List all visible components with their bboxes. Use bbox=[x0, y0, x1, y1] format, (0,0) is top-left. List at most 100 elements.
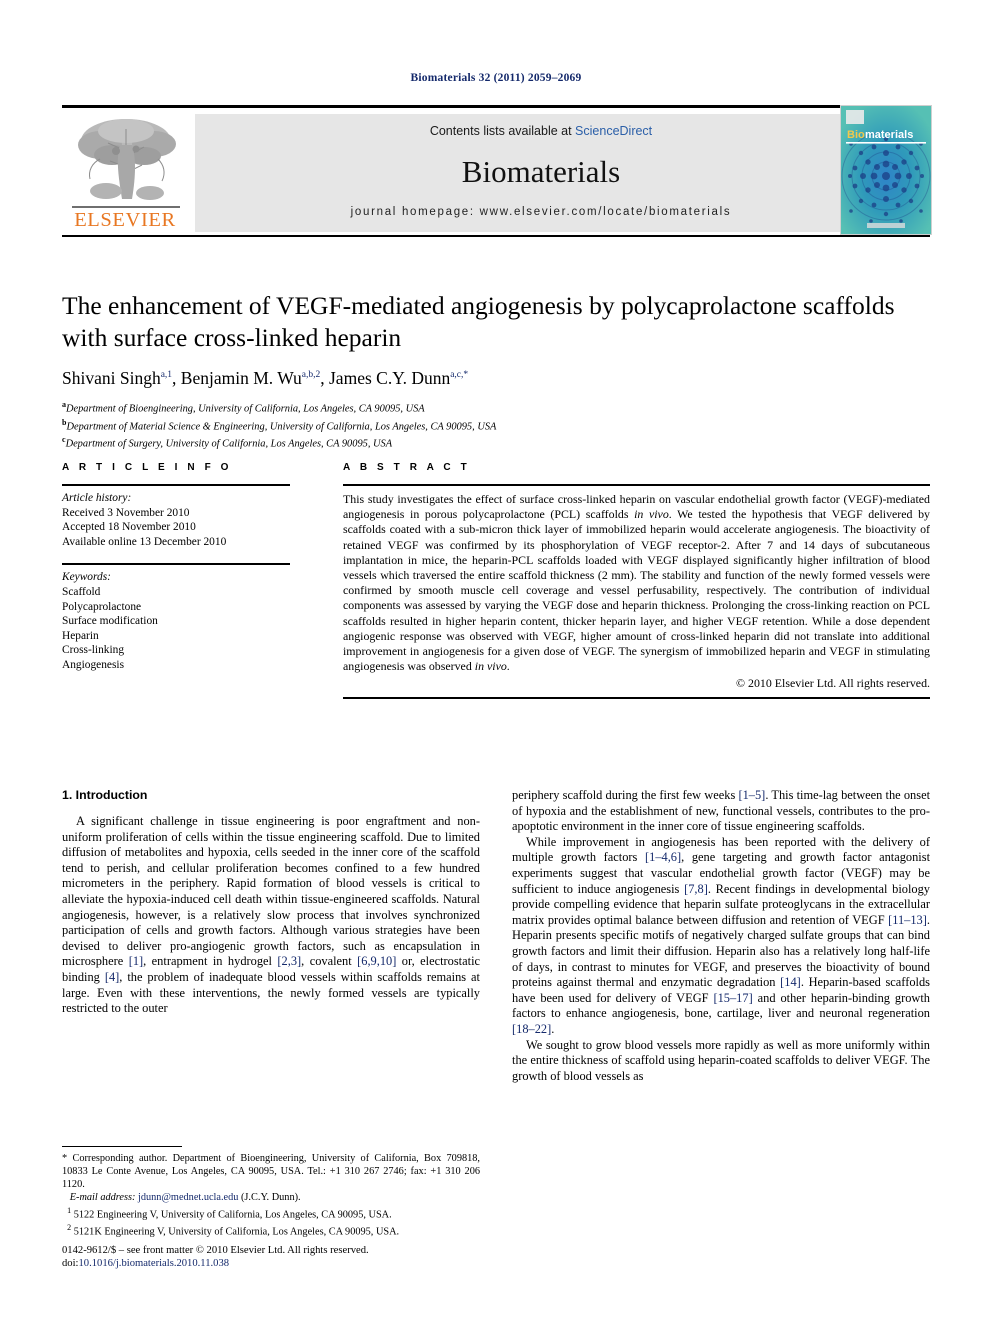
elsevier-logo: ELSEVIER bbox=[64, 113, 186, 233]
footnote-note-2: 2 5121K Engineering V, University of Cal… bbox=[62, 1221, 480, 1238]
abstract-column: This study investigates the effect of su… bbox=[343, 484, 930, 700]
author-marks: a,1 bbox=[160, 370, 173, 381]
citation-ref[interactable]: [1] bbox=[129, 954, 143, 968]
footnote-mark: 1 bbox=[67, 1206, 72, 1215]
abstract-italic: in vivo bbox=[634, 507, 669, 522]
citation-ref[interactable]: [4] bbox=[105, 970, 119, 984]
info-abstract-section: A R T I C L E I N F O A B S T R A C T Ar… bbox=[62, 462, 930, 700]
citation-ref[interactable]: [1–5] bbox=[738, 788, 765, 802]
abstract-italic: in vivo bbox=[474, 659, 507, 674]
paragraph-part: , the problem of inadequate blood vessel… bbox=[62, 969, 480, 1016]
left-column: 1. Introduction A significant challenge … bbox=[62, 788, 480, 1017]
author-name: Benjamin M. Wu bbox=[180, 368, 302, 388]
journal-cover-thumbnail: Bio materials bbox=[840, 105, 932, 235]
affiliation-item: bDepartment of Material Science & Engine… bbox=[62, 416, 930, 434]
abstract-header: A B S T R A C T bbox=[343, 462, 471, 473]
imprint-block: 0142-9612/$ – see front matter © 2010 El… bbox=[62, 1244, 562, 1271]
affiliation-list: aDepartment of Bioengineering, Universit… bbox=[62, 398, 930, 451]
journal-title: Biomaterials bbox=[461, 154, 621, 189]
paragraph-part: , entrapment in hydrogel bbox=[143, 954, 278, 969]
copyright-line: © 2010 Elsevier Ltd. All rights reserved… bbox=[736, 676, 930, 691]
author-list: Shivani Singha,1, Benjamin M. Wua,b,2, J… bbox=[62, 368, 930, 389]
author-separator: , bbox=[320, 368, 329, 388]
contents-available-line: Contents lists available at ScienceDirec… bbox=[195, 124, 887, 138]
paragraph-part: A significant challenge in tissue engine… bbox=[62, 814, 480, 969]
paragraph: While improvement in angiogenesis has be… bbox=[512, 835, 930, 1038]
doi-link[interactable]: 10.1016/j.biomaterials.2010.11.038 bbox=[78, 1258, 229, 1269]
running-head: Biomaterials 32 (2011) 2059–2069 bbox=[410, 72, 582, 84]
doi-line: doi:10.1016/j.biomaterials.2010.11.038 bbox=[62, 1257, 562, 1270]
citation-ref[interactable]: [15–17] bbox=[713, 991, 752, 1005]
article-page: Biomaterials 32 (2011) 2059–2069 ELSEVIE… bbox=[0, 0, 992, 1323]
journal-masthead: ELSEVIER Contents lists available at Sci… bbox=[62, 105, 932, 237]
footnote-text: 5122 Engineering V, University of Califo… bbox=[73, 1209, 392, 1221]
keyword-item: Heparin bbox=[62, 629, 99, 642]
email-link[interactable]: jdunn@mednet.ucla.edu bbox=[138, 1192, 238, 1203]
article-history-label: Article history: bbox=[62, 492, 132, 504]
keyword-item: Scaffold bbox=[62, 585, 101, 598]
affiliation-text: Department of Material Science & Enginee… bbox=[66, 421, 497, 433]
abstract-part: . We tested the hypothesis that VEGF del… bbox=[343, 507, 930, 674]
footnote-email: E-mail address: jdunn@mednet.ucla.edu (J… bbox=[62, 1191, 480, 1204]
citation-ref[interactable]: [14] bbox=[780, 975, 801, 989]
footnote-rule bbox=[62, 1146, 182, 1147]
paragraph-part: , covalent bbox=[301, 954, 358, 969]
footnote-corresponding-author: * Corresponding author. Department of Bi… bbox=[62, 1153, 480, 1190]
section-heading-introduction: 1. Introduction bbox=[62, 788, 148, 802]
article-info-header: A R T I C L E I N F O bbox=[62, 462, 233, 473]
abstract-part: . bbox=[506, 659, 510, 674]
author-marks: a,c,* bbox=[450, 370, 469, 381]
contents-prefix: Contents lists available at bbox=[429, 124, 576, 138]
elsevier-wordmark: ELSEVIER bbox=[74, 209, 176, 231]
right-column: periphery scaffold during the first few … bbox=[512, 788, 930, 1084]
masthead-top-rule bbox=[62, 105, 930, 108]
article-history-line: Accepted 18 November 2010 bbox=[62, 521, 196, 534]
paragraph: periphery scaffold during the first few … bbox=[512, 788, 930, 835]
keyword-item: Polycaprolactone bbox=[62, 600, 142, 613]
author-name: James C.Y. Dunn bbox=[329, 368, 451, 388]
article-info-column: Article history: Received 3 November 201… bbox=[62, 484, 290, 673]
citation-ref[interactable]: [6,9,10] bbox=[357, 954, 396, 968]
page-title: The enhancement of VEGF-mediated angioge… bbox=[62, 291, 895, 352]
svg-text:materials: materials bbox=[865, 129, 913, 141]
elsevier-logo-rule bbox=[72, 206, 180, 208]
masthead-bottom-rule bbox=[62, 235, 930, 237]
abstract-text: This study investigates the effect of su… bbox=[343, 486, 930, 674]
author-separator: , bbox=[172, 368, 181, 388]
paragraph-part: periphery scaffold during the first few … bbox=[512, 788, 739, 802]
citation-ref[interactable]: [7,8] bbox=[684, 882, 708, 896]
keyword-item: Surface modification bbox=[62, 615, 158, 628]
affiliation-item: cDepartment of Surgery, University of Ca… bbox=[62, 433, 930, 451]
sciencedirect-link[interactable]: ScienceDirect bbox=[575, 124, 652, 138]
keywords-label: Keywords: bbox=[62, 571, 111, 584]
keywords-block: Keywords: Scaffold Polycaprolactone Surf… bbox=[62, 565, 290, 672]
elsevier-tree-icon bbox=[78, 119, 176, 200]
cover-artwork: Bio materials bbox=[841, 106, 931, 234]
doi-label: doi: bbox=[62, 1258, 79, 1270]
author-name: Shivani Singh bbox=[62, 368, 161, 388]
keyword-item: Cross-linking bbox=[62, 644, 125, 657]
author-marks: a,b,2 bbox=[301, 370, 321, 381]
affiliation-text: Department of Bioengineering, University… bbox=[66, 403, 425, 415]
email-label: E-mail address: bbox=[69, 1192, 136, 1203]
title-block: The enhancement of VEGF-mediated angioge… bbox=[62, 290, 930, 451]
article-history-line: Received 3 November 2010 bbox=[62, 506, 190, 519]
sciencedirect-band: Contents lists available at ScienceDirec… bbox=[195, 114, 887, 232]
footnote-block: * Corresponding author. Department of Bi… bbox=[62, 1146, 480, 1239]
journal-homepage-link[interactable]: journal homepage: www.elsevier.com/locat… bbox=[195, 206, 887, 218]
citation-ref[interactable]: [11–13] bbox=[888, 913, 927, 927]
citation-ref[interactable]: [18–22] bbox=[512, 1022, 551, 1036]
info-abstract-headers: A R T I C L E I N F O A B S T R A C T bbox=[62, 462, 930, 484]
affiliation-text: Department of Surgery, University of Cal… bbox=[65, 438, 393, 450]
footnote-text: 5121K Engineering V, University of Calif… bbox=[73, 1226, 400, 1238]
paragraph: A significant challenge in tissue engine… bbox=[62, 814, 480, 1017]
issn-line: 0142-9612/$ – see front matter © 2010 El… bbox=[62, 1245, 369, 1256]
paragraph: We sought to grow blood vessels more rap… bbox=[512, 1037, 930, 1083]
article-history: Article history: Received 3 November 201… bbox=[62, 486, 290, 549]
citation-ref[interactable]: [1–4,6] bbox=[645, 850, 681, 864]
keyword-item: Angiogenesis bbox=[62, 658, 125, 671]
paragraph-part: . bbox=[551, 1021, 555, 1036]
citation-ref[interactable]: [2,3] bbox=[277, 954, 301, 968]
email-suffix: (J.C.Y. Dunn). bbox=[238, 1192, 301, 1203]
article-history-line: Available online 13 December 2010 bbox=[62, 535, 227, 548]
